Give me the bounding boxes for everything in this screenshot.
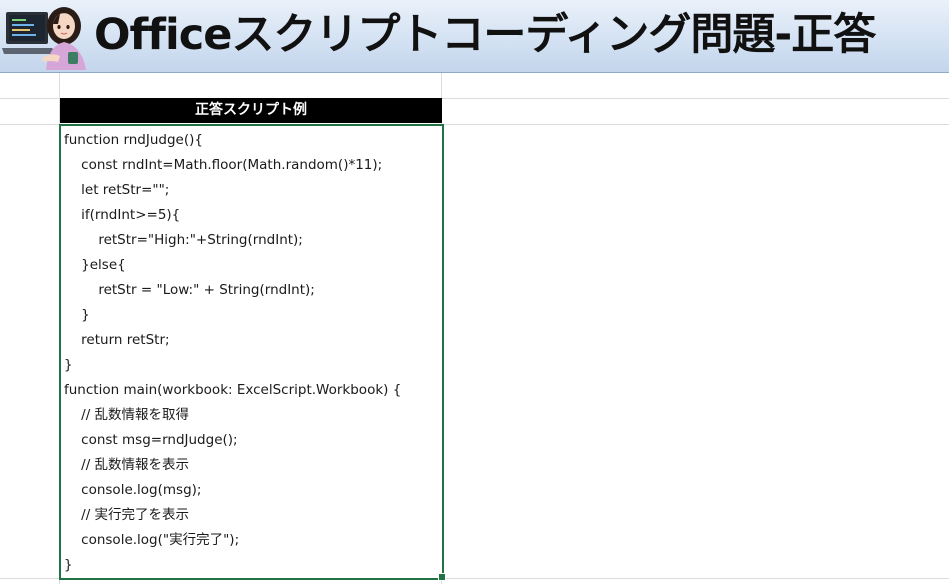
code-line: function rndJudge(){: [64, 132, 203, 148]
code-line: // 実行完了を表示: [64, 507, 190, 523]
code-line: console.log("実行完了");: [64, 532, 240, 548]
script-code-cell[interactable]: function rndJudge(){ const rndInt=Math.f…: [59, 124, 444, 580]
script-example-header-cell[interactable]: 正答スクリプト例: [60, 98, 442, 123]
code-line: const msg=rndJudge();: [64, 432, 238, 448]
code-line: if(rndInt>=5){: [64, 207, 181, 223]
code-line: console.log(msg);: [64, 482, 202, 498]
code-line: retStr="High:"+String(rndInt);: [64, 232, 303, 248]
code-line: // 乱数情報を取得: [64, 407, 190, 423]
code-line: const rndInt=Math.floor(Math.random()*11…: [64, 157, 383, 173]
code-line: let retStr="";: [64, 182, 170, 198]
worksheet-page: Officeスクリプトコーディング問題-正答 正答スクリプト例 function…: [0, 0, 949, 584]
code-line: function main(workbook: ExcelScript.Work…: [64, 382, 402, 398]
code-line: }else{: [64, 257, 126, 273]
page-title: Officeスクリプトコーディング問題-正答: [94, 10, 876, 60]
code-line: retStr = "Low:" + String(rndInt);: [64, 282, 315, 298]
code-line: }: [64, 307, 90, 323]
woman-at-laptop-icon: [2, 7, 86, 70]
code-line: }: [64, 557, 73, 573]
code-lines: function rndJudge(){ const rndInt=Math.f…: [64, 128, 401, 578]
code-line: }: [64, 357, 73, 373]
selection-fill-handle[interactable]: [438, 573, 446, 581]
title-banner: Officeスクリプトコーディング問題-正答: [0, 0, 949, 73]
code-line: // 乱数情報を表示: [64, 457, 190, 473]
code-line: return retStr;: [64, 332, 170, 348]
